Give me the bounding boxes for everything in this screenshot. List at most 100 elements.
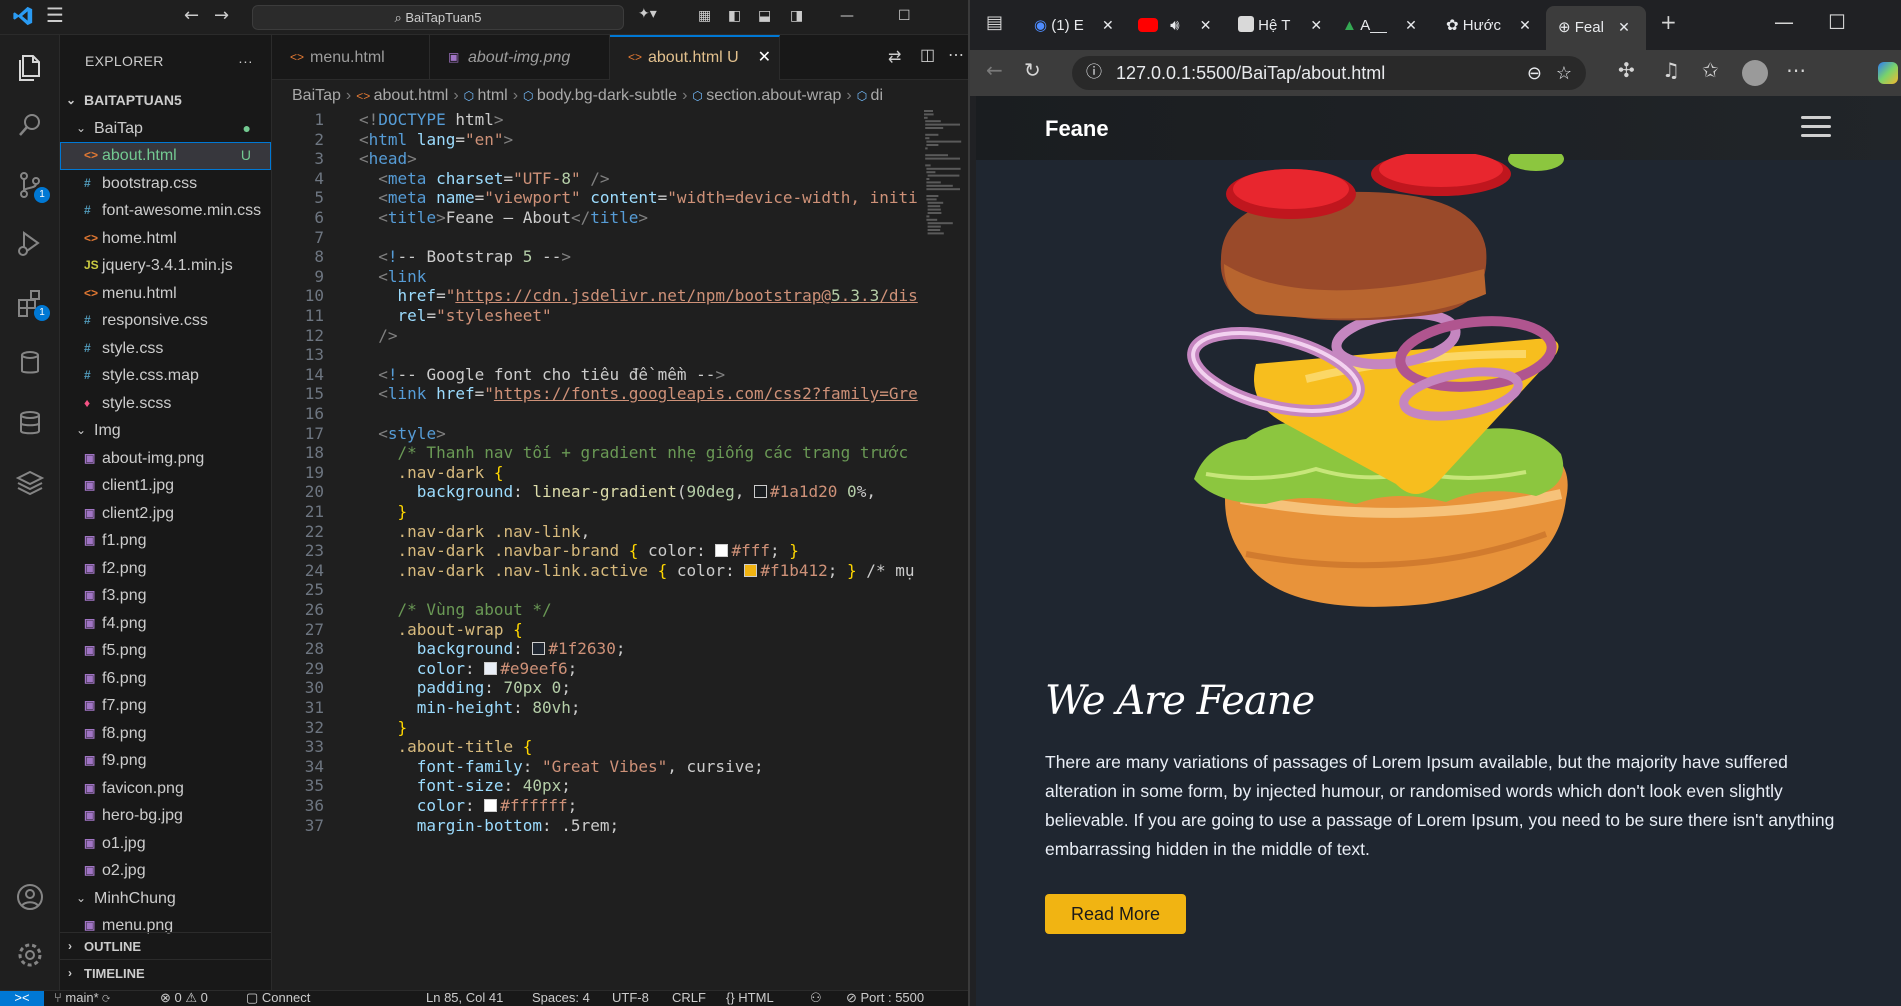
file-item[interactable]: # bootstrap.css [60, 170, 271, 198]
file-item[interactable]: ▣ f3.png [60, 582, 271, 610]
code-line[interactable]: <!DOCTYPE html> [359, 110, 504, 129]
file-item[interactable]: # style.css [60, 335, 271, 363]
code-line[interactable]: <!-- Google font cho tiêu đề mềm --> [359, 365, 725, 384]
close-tab-icon[interactable]: ✕ [758, 37, 771, 78]
minimap[interactable] [920, 110, 968, 990]
manage-gear-icon[interactable] [14, 939, 46, 971]
search-activity-icon[interactable] [14, 109, 46, 141]
remote-icon[interactable]: >< [0, 991, 44, 1006]
new-tab-icon[interactable]: + [1660, 10, 1677, 34]
code-line[interactable]: <style> [359, 424, 445, 443]
cursor-position[interactable]: Ln 85, Col 41 [426, 991, 503, 1005]
code-line[interactable]: .nav-dark .nav-link.active { color: #f1b… [359, 561, 915, 580]
code-line[interactable]: <meta charset="UTF-8" /> [359, 169, 609, 188]
toggle-panel-icon[interactable]: ⬓ [758, 8, 771, 24]
browser-tab-feane[interactable]: ⊕ Feal ✕ [1546, 6, 1646, 50]
site-info-icon[interactable]: ⓘ [1086, 56, 1102, 90]
tab-about-img[interactable]: ▣ about-img.png [430, 35, 610, 80]
run-debug-icon[interactable] [14, 227, 46, 259]
favorite-star-icon[interactable]: ☆ [1556, 56, 1572, 90]
file-item[interactable]: ▣ client1.jpg [60, 472, 271, 500]
zoom-icon[interactable]: ⊖ [1527, 56, 1542, 90]
close-tab-icon[interactable]: ✕ [1102, 17, 1114, 33]
timeline-section[interactable]: › TIMELINE [60, 959, 271, 987]
folder-item[interactable]: ⌄ MinhChung [60, 885, 271, 913]
file-item[interactable]: ▣ f7.png [60, 692, 271, 720]
language-mode[interactable]: {} HTML [726, 991, 774, 1005]
code-line[interactable]: /* Thanh nav tối + gradient nhẹ giống cá… [359, 443, 909, 462]
file-item[interactable]: # font-awesome.min.css [60, 197, 271, 225]
code-line[interactable]: background: linear-gradient(90deg, #1a1d… [359, 482, 886, 501]
code-line[interactable]: } [359, 718, 408, 737]
tab-actions-icon[interactable]: ▤ [986, 12, 1003, 33]
code-line[interactable]: .nav-dark .navbar-brand { color: #fff; } [359, 541, 799, 560]
file-item[interactable]: ▣ f9.png [60, 747, 271, 775]
file-item[interactable]: ▣ f5.png [60, 637, 271, 665]
account-icon[interactable] [14, 881, 46, 913]
favorites-icon[interactable]: ✩ [1702, 58, 1719, 82]
sql-database-icon[interactable] [14, 407, 46, 439]
layers-icon[interactable] [14, 467, 46, 499]
code-line[interactable]: <head> [359, 149, 417, 168]
compare-changes-icon[interactable]: ⇄ [888, 47, 901, 67]
read-more-button[interactable]: Read More [1045, 894, 1186, 934]
forward-arrow-icon[interactable]: → [214, 5, 229, 26]
file-item[interactable]: ▣ o1.jpg [60, 830, 271, 858]
close-tab-icon[interactable]: ✕ [1519, 17, 1531, 33]
code-line[interactable]: <title>Feane – About</title> [359, 208, 648, 227]
file-item[interactable]: # style.css.map [60, 362, 271, 390]
file-item[interactable]: ▣ f6.png [60, 665, 271, 693]
file-item[interactable]: ▣ f4.png [60, 610, 271, 638]
indentation[interactable]: Spaces: 4 [532, 991, 590, 1005]
split-editor-icon[interactable]: ◫ [920, 45, 935, 65]
code-line[interactable]: <meta name="viewport" content="width=dev… [359, 188, 917, 207]
file-item[interactable]: <> home.html [60, 225, 271, 253]
close-tab-icon[interactable]: ✕ [1310, 17, 1322, 33]
extensions-puzzle-icon[interactable]: ✣ [1618, 58, 1635, 82]
problems-status[interactable]: ⊗ 0 ⚠ 0 [160, 991, 208, 1005]
maximize-icon[interactable]: ☐ [898, 8, 911, 24]
minimize-icon[interactable]: — [840, 8, 854, 24]
extensions-icon[interactable]: 1 [14, 287, 50, 321]
close-tab-icon[interactable]: ✕ [1618, 19, 1630, 35]
code-line[interactable]: margin-bottom: .5rem; [359, 816, 619, 835]
more-actions-icon[interactable]: ··· [238, 35, 253, 87]
code-line[interactable]: color: #ffffff; [359, 796, 578, 815]
breadcrumb-item[interactable]: html [477, 87, 507, 104]
breadcrumb-item[interactable]: about.html [374, 87, 449, 104]
back-arrow-icon[interactable]: ← [184, 5, 199, 26]
copilot-icon[interactable] [1878, 62, 1898, 84]
browser-tab-drive[interactable]: ▲ A__ ✕ [1342, 8, 1442, 42]
file-item[interactable]: # responsive.css [60, 307, 271, 335]
close-tab-icon[interactable]: ✕ [1405, 17, 1417, 33]
file-item[interactable]: ▣ client2.jpg [60, 500, 271, 528]
code-line[interactable]: .nav-dark .nav-link, [359, 522, 591, 541]
file-item[interactable]: <> menu.html [60, 280, 271, 308]
audio-playing-icon[interactable]: 🔊︎ [1170, 17, 1179, 34]
source-control-icon[interactable]: 1 [14, 169, 50, 203]
project-root[interactable]: ⌄ BAITAPTUAN5 [60, 87, 271, 115]
branch-status[interactable]: ⑂ main* ⟳ [54, 991, 110, 1005]
layout-icon[interactable]: ▦ [698, 8, 711, 24]
hamburger-menu-icon[interactable] [1801, 116, 1831, 138]
end-of-line[interactable]: CRLF [672, 991, 706, 1005]
connect-status[interactable]: ▢ Connect [246, 991, 310, 1005]
code-line[interactable]: <link [359, 267, 426, 286]
code-line[interactable]: .nav-dark { [359, 463, 504, 482]
file-item[interactable]: ♦ style.scss [60, 390, 271, 418]
file-item[interactable]: ▣ f8.png [60, 720, 271, 748]
code-line[interactable]: <!-- Bootstrap 5 --> [359, 247, 571, 266]
breadcrumb-item[interactable]: di [871, 87, 883, 104]
browser-maximize-icon[interactable]: ☐ [1828, 10, 1846, 34]
more-editor-actions-icon[interactable]: ⋯ [948, 45, 964, 65]
code-editor[interactable]: 1 <!DOCTYPE html> 2 <html lang="en"> 3 <head>… [272, 110, 920, 990]
file-item[interactable]: ▣ about-img.png [60, 445, 271, 473]
database-icon[interactable] [14, 347, 46, 379]
code-line[interactable]: /> [359, 326, 397, 345]
tab-about-html[interactable]: <> about.html U ✕ [610, 35, 780, 80]
breadcrumb-item[interactable]: body.bg-dark-subtle [537, 87, 677, 104]
tab-menu-html[interactable]: <> menu.html [272, 35, 430, 80]
live-server-port[interactable]: ⊘ Port : 5500 [846, 991, 924, 1005]
browser-back-icon[interactable]: ← [986, 58, 1003, 82]
toggle-aux-bar-icon[interactable]: ◨ [790, 8, 803, 24]
